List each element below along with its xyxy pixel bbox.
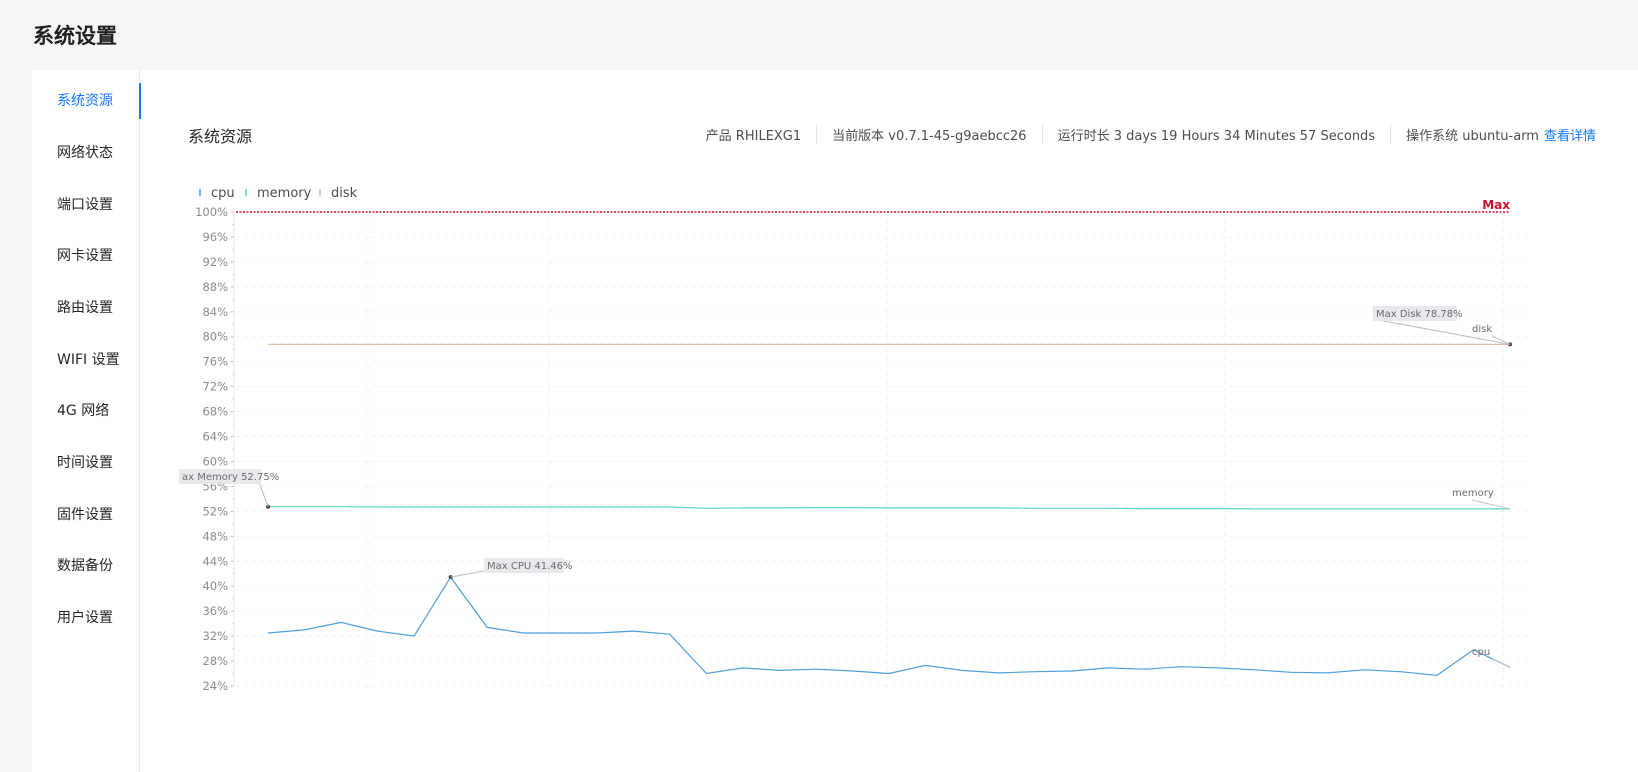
y-tick-label: 32% — [202, 629, 228, 643]
y-tick-label: 36% — [202, 604, 228, 618]
y-tick-label: 28% — [202, 654, 228, 668]
y-tick-label: 76% — [202, 355, 228, 369]
end-label-memory: memory — [1452, 488, 1494, 499]
resource-line-chart: 24%28%32%36%40%44%48%52%56%60%64%68%72%7… — [179, 186, 1530, 693]
settings-panel: 系统资源 网络状态 端口设置 网卡设置 路由设置 WIFI 设置 4G 网络 时… — [32, 70, 1638, 772]
y-tick-label: 96% — [202, 230, 228, 244]
y-tick-label: 88% — [202, 280, 228, 294]
y-tick-label: 24% — [202, 679, 228, 693]
page-header: 系统设置 — [0, 0, 1638, 70]
end-callout-line-cpu — [1491, 658, 1511, 668]
legend-label-memory: memory — [257, 186, 312, 201]
y-tick-label: 72% — [202, 380, 228, 394]
max-callout-label-memory: ax Memory 52.75% — [182, 472, 279, 483]
y-tick-label: 64% — [202, 430, 228, 444]
legend-label-cpu: cpu — [211, 186, 235, 201]
y-tick-label: 84% — [202, 305, 228, 319]
legend-label-disk: disk — [331, 186, 358, 201]
y-tick-label: 48% — [202, 529, 228, 543]
y-tick-label: 44% — [202, 554, 228, 568]
end-label-disk: disk — [1472, 324, 1492, 335]
y-tick-label: 60% — [202, 454, 228, 468]
y-tick-label: 100% — [195, 205, 228, 219]
y-tick-label: 80% — [202, 330, 228, 344]
end-callout-line-memory — [1471, 499, 1511, 510]
max-threshold-label: Max — [1482, 198, 1510, 212]
max-callout-line-cpu — [450, 570, 485, 578]
series-line-memory — [268, 506, 1510, 510]
y-tick-label: 92% — [202, 255, 228, 269]
y-tick-label: 52% — [202, 504, 228, 518]
page-title: 系统设置 — [33, 24, 117, 48]
max-callout-label-cpu: Max CPU 41.46% — [487, 561, 573, 572]
y-tick-label: 68% — [202, 405, 228, 419]
max-callout-line-memory — [258, 481, 269, 507]
end-label-cpu: cpu — [1472, 647, 1490, 658]
y-tick-label: 40% — [202, 579, 228, 593]
max-callout-label-disk: Max Disk 78.78% — [1376, 309, 1463, 320]
